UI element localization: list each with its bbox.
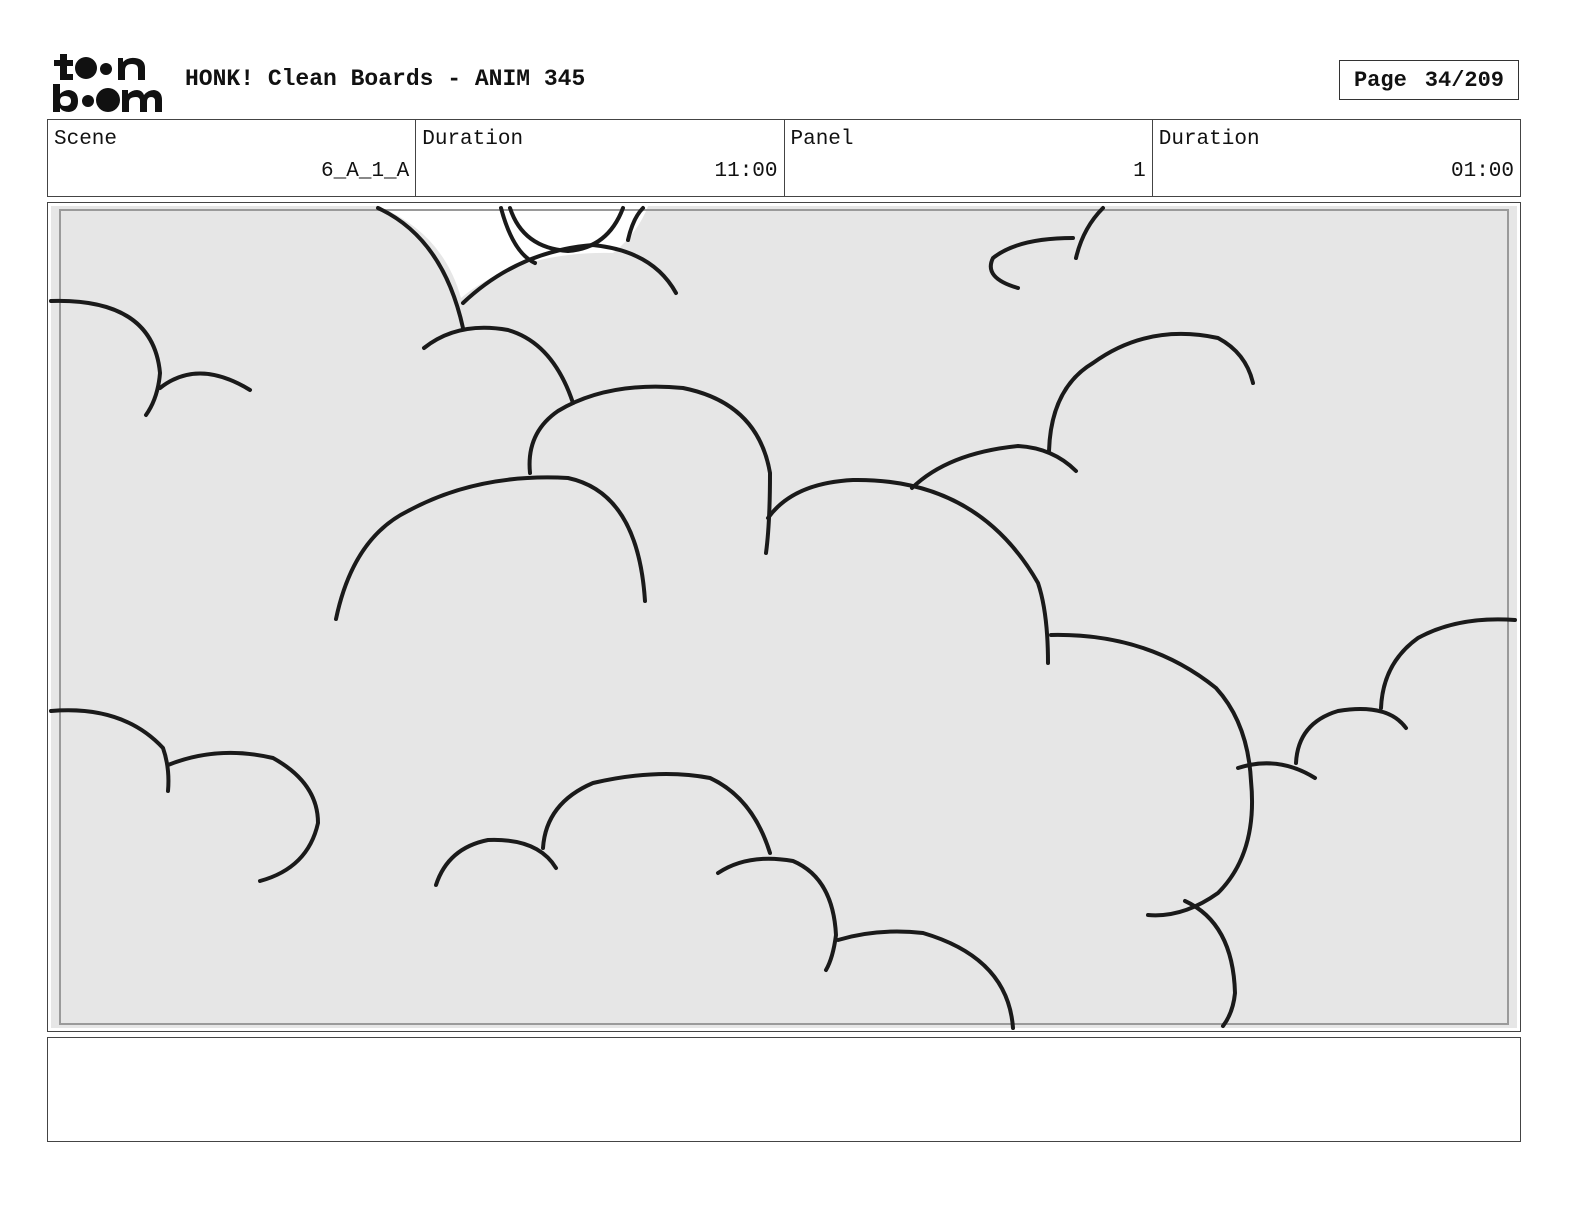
document-title: HONK! Clean Boards - ANIM 345: [185, 66, 586, 92]
scene-duration-value: 11:00: [714, 160, 778, 183]
panel-duration-value: 01:00: [1450, 160, 1514, 183]
panel-value: 1: [1133, 160, 1146, 183]
scene-duration-cell: Duration 11:00: [416, 120, 785, 196]
panel-duration-label: Duration: [1158, 128, 1260, 151]
scene-value: 6_A_1_A: [321, 160, 410, 183]
panel-notes-box: [47, 1037, 1521, 1142]
scene-label: Scene: [54, 128, 118, 151]
page-number: 34/209: [1424, 67, 1505, 93]
toon-boom-logo-icon: [53, 54, 162, 112]
scene-info-table: Scene 6_A_1_A Duration 11:00 Panel 1 Dur…: [47, 119, 1521, 197]
panel-background: [51, 206, 1517, 1028]
page-indicator: Page 34/209: [1339, 60, 1519, 100]
scene-cell: Scene 6_A_1_A: [48, 120, 417, 196]
scene-duration-label: Duration: [422, 128, 524, 151]
panel-duration-cell: Duration 01:00: [1153, 120, 1520, 196]
panel-cell: Panel 1: [785, 120, 1153, 196]
panel-label: Panel: [790, 128, 854, 151]
panel-drawing: [49, 206, 1517, 1030]
page-label: Page: [1353, 67, 1407, 93]
storyboard-panel: [47, 202, 1521, 1032]
